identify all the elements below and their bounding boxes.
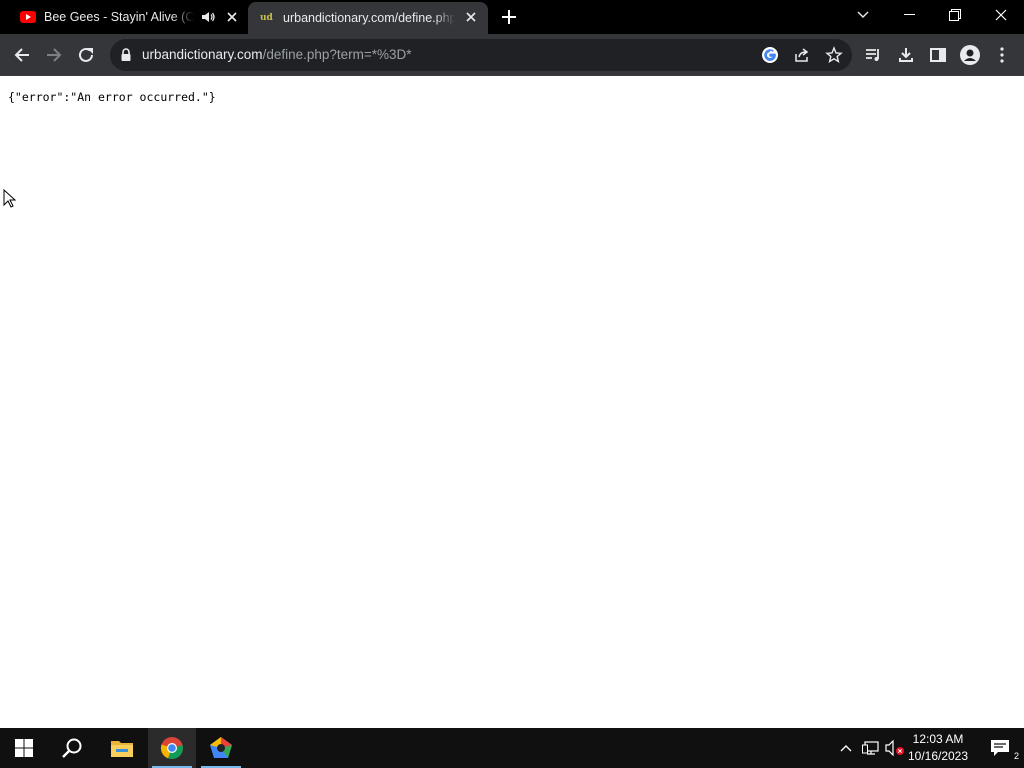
- close-tab-icon[interactable]: [463, 9, 479, 25]
- clock-time: 12:03 AM: [912, 732, 964, 746]
- clock-date: 10/16/2023: [907, 749, 969, 763]
- close-window-button[interactable]: [978, 0, 1024, 30]
- file-explorer-icon: [111, 741, 133, 757]
- system-clock[interactable]: 12:03 AM 10/16/2023: [904, 731, 972, 765]
- google-lens-button[interactable]: [760, 45, 780, 65]
- tab-youtube[interactable]: Bee Gees - Stayin' Alive (Official: [10, 0, 246, 34]
- arrow-right-icon: [47, 48, 62, 62]
- chevron-up-icon: [840, 745, 852, 752]
- close-tab-icon[interactable]: [224, 9, 240, 25]
- tab-urbandictionary[interactable]: ud urbandictionary.com/define.php: [248, 2, 488, 34]
- speaker-icon[interactable]: [200, 9, 216, 25]
- downloads-button[interactable]: [894, 43, 918, 67]
- reload-icon: [79, 47, 93, 62]
- windows-taskbar: 12:03 AM 10/16/2023 2: [0, 728, 1024, 768]
- network-button[interactable]: [860, 728, 882, 768]
- side-panel-icon: [930, 48, 946, 62]
- new-tab-icon[interactable]: [499, 7, 519, 27]
- network-icon: [862, 741, 879, 755]
- restore-icon: [949, 9, 961, 21]
- tab-search-button[interactable]: [840, 0, 886, 30]
- reload-button[interactable]: [74, 43, 98, 67]
- search-icon: [62, 738, 82, 758]
- playlist-icon: [866, 49, 879, 61]
- arrow-left-icon: [14, 48, 29, 62]
- tab-title: Bee Gees - Stayin' Alive (Official: [44, 10, 194, 24]
- youtube-icon: [20, 11, 36, 23]
- close-icon: [995, 9, 1007, 21]
- mouse-cursor-icon: [3, 189, 17, 208]
- google-icon: [762, 47, 778, 63]
- file-explorer-button[interactable]: [98, 728, 146, 768]
- pentagon-app-icon: [210, 737, 232, 758]
- menu-button[interactable]: [990, 43, 1014, 67]
- windows-logo-icon: [15, 739, 33, 757]
- pentagon-app-button[interactable]: [197, 728, 245, 768]
- notification-count: 2: [1013, 751, 1019, 761]
- media-control-button[interactable]: [861, 43, 885, 67]
- chrome-icon: [160, 737, 183, 760]
- lock-icon[interactable]: [120, 48, 132, 62]
- address-bar[interactable]: urbandictionary.com/define.php?term=*%3D…: [110, 39, 852, 71]
- volume-button[interactable]: [884, 728, 906, 768]
- share-icon: [795, 48, 809, 62]
- browser-toolbar: urbandictionary.com/define.php?term=*%3D…: [0, 34, 1024, 76]
- url-text[interactable]: urbandictionary.com/define.php?term=*%3D…: [142, 47, 412, 62]
- tab-title: urbandictionary.com/define.php: [283, 11, 455, 25]
- url-host: urbandictionary.com: [142, 47, 263, 62]
- action-center-button[interactable]: 2: [980, 728, 1020, 768]
- search-button[interactable]: [48, 728, 96, 768]
- forward-button[interactable]: [42, 43, 66, 67]
- side-panel-button[interactable]: [926, 43, 950, 67]
- tab-strip: Bee Gees - Stayin' Alive (Official ud ur…: [0, 0, 1024, 34]
- url-path: /define.php?term=*%3D*: [262, 47, 412, 62]
- minimize-button[interactable]: [886, 0, 932, 30]
- chrome-taskbar-button[interactable]: [148, 728, 196, 768]
- page-content: {"error":"An error occurred."}: [0, 77, 1024, 728]
- download-icon: [899, 48, 913, 62]
- volume-muted-icon: [885, 740, 904, 756]
- notification-icon: [991, 740, 1009, 756]
- urban-dictionary-icon: ud: [260, 13, 273, 23]
- minimize-icon: [903, 14, 915, 15]
- start-button[interactable]: [0, 728, 48, 768]
- star-icon: [825, 46, 843, 63]
- more-vertical-icon: [1000, 47, 1004, 63]
- chevron-down-icon: [857, 11, 869, 18]
- error-json-text: {"error":"An error occurred."}: [8, 90, 216, 104]
- back-button[interactable]: [10, 43, 34, 67]
- bookmark-button[interactable]: [824, 45, 844, 65]
- avatar-icon: [960, 45, 980, 65]
- restore-button[interactable]: [932, 0, 978, 30]
- share-button[interactable]: [792, 45, 812, 65]
- show-hidden-icons-button[interactable]: [836, 728, 856, 768]
- profile-button[interactable]: [958, 43, 982, 67]
